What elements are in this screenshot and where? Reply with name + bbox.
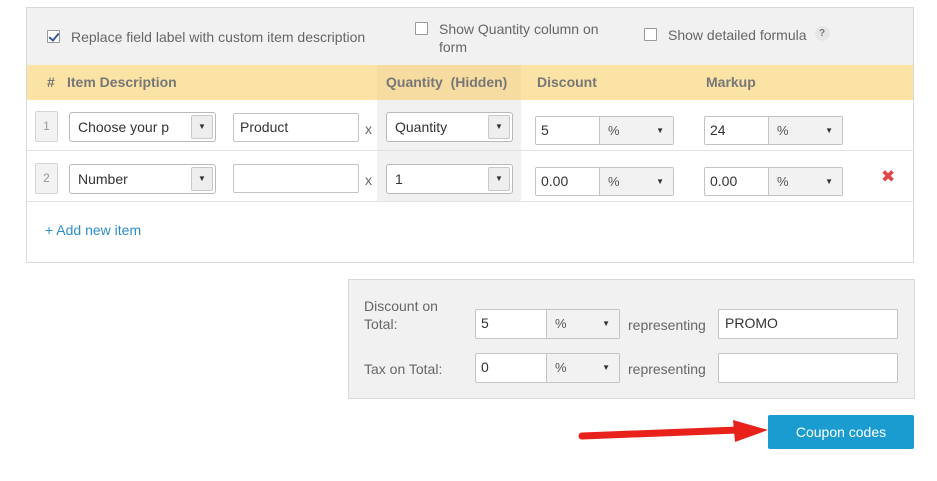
header-num: # [47, 74, 55, 90]
item-type-select[interactable]: Number ▼ [69, 164, 216, 194]
show-quantity-text-2: form [439, 39, 467, 55]
markup-unit-select[interactable]: % ▼ [769, 117, 842, 144]
discount-input[interactable]: 0.00 [536, 168, 600, 195]
help-icon[interactable]: ? [814, 26, 830, 41]
row-number: 2 [35, 163, 58, 194]
item-type-value: Choose your p [78, 119, 170, 135]
tax-total-input[interactable]: 0 [476, 354, 547, 382]
discount-input[interactable]: 5 [536, 117, 600, 144]
representing-label: representing [628, 317, 706, 333]
representing-label: representing [628, 361, 706, 377]
row-number: 1 [35, 111, 58, 142]
multiply-sign: x [365, 121, 372, 137]
items-panel: Replace field label with custom item des… [26, 7, 914, 263]
caret-down-icon: ▼ [602, 363, 610, 372]
header-markup: Markup [706, 74, 756, 90]
chevron-down-icon[interactable]: ▼ [191, 115, 213, 139]
caret-down-icon: ▼ [602, 319, 610, 328]
discount-total-unit-select[interactable]: % ▼ [547, 310, 619, 338]
table-row: 1 Choose your p ▼ Product x Quantity ▼ 5… [27, 100, 913, 151]
discount-field[interactable]: 0.00 % ▼ [535, 167, 674, 196]
totals-panel: Discount on Total: 5 % ▼ representing PRO… [348, 279, 915, 399]
tax-total-field[interactable]: 0 % ▼ [475, 353, 620, 383]
discount-total-input[interactable]: 5 [476, 310, 547, 338]
discount-total-label: Discount on Total: [364, 298, 438, 332]
header-discount: Discount [537, 74, 597, 90]
header-item-description: Item Description [67, 74, 177, 90]
markup-field[interactable]: 24 % ▼ [704, 116, 843, 145]
chevron-down-icon[interactable]: ▼ [488, 167, 510, 191]
show-quantity-checkbox[interactable] [415, 22, 428, 35]
chevron-down-icon[interactable]: ▼ [191, 167, 213, 191]
table-row: 2 Number ▼ x 1 ▼ 0.00 % ▼ 0.00 % ▼ ✖ [27, 151, 913, 202]
show-formula-option[interactable]: Show detailed formula ? [644, 26, 830, 44]
discount-unit-select[interactable]: % ▼ [600, 168, 673, 195]
multiply-sign: x [365, 172, 372, 188]
show-quantity-option[interactable]: Show Quantity column on form [415, 20, 599, 56]
header-quantity: Quantity (Hidden) [386, 74, 508, 90]
red-arrow-icon [578, 420, 768, 442]
add-new-item-link[interactable]: + Add new item [45, 222, 141, 238]
caret-down-icon: ▼ [656, 126, 664, 135]
caret-down-icon: ▼ [825, 126, 833, 135]
item-description-input[interactable]: Product [233, 113, 359, 142]
options-bar: Replace field label with custom item des… [27, 8, 913, 65]
replace-label-checkbox[interactable] [47, 30, 60, 43]
table-header: # Item Description Quantity (Hidden) Dis… [27, 65, 913, 100]
show-quantity-text: Show Quantity column on [439, 21, 599, 37]
markup-input[interactable]: 0.00 [705, 168, 769, 195]
caret-down-icon: ▼ [656, 177, 664, 186]
tax-code-input[interactable] [718, 353, 898, 383]
tax-total-unit-select[interactable]: % ▼ [547, 354, 619, 382]
discount-field[interactable]: 5 % ▼ [535, 116, 674, 145]
quantity-value: 1 [395, 171, 403, 187]
delete-row-icon[interactable]: ✖ [881, 167, 895, 187]
markup-unit-select[interactable]: % ▼ [769, 168, 842, 195]
item-type-value: Number [78, 171, 128, 187]
tax-total-label: Tax on Total: [364, 361, 443, 377]
item-type-select[interactable]: Choose your p ▼ [69, 112, 216, 142]
quantity-select[interactable]: 1 ▼ [386, 164, 513, 194]
chevron-down-icon[interactable]: ▼ [488, 115, 510, 139]
replace-label-text: Replace field label with custom item des… [71, 29, 366, 45]
coupon-codes-button[interactable]: Coupon codes [768, 415, 914, 449]
discount-unit-select[interactable]: % ▼ [600, 117, 673, 144]
markup-field[interactable]: 0.00 % ▼ [704, 167, 843, 196]
show-formula-checkbox[interactable] [644, 28, 657, 41]
header-quantity-hidden: (Hidden) [450, 74, 508, 90]
discount-total-field[interactable]: 5 % ▼ [475, 309, 620, 339]
show-formula-text: Show detailed formula [668, 27, 807, 43]
discount-code-input[interactable]: PROMO [718, 309, 898, 339]
item-description-input[interactable] [233, 164, 359, 193]
replace-label-option[interactable]: Replace field label with custom item des… [47, 28, 365, 46]
quantity-select[interactable]: Quantity ▼ [386, 112, 513, 142]
caret-down-icon: ▼ [825, 177, 833, 186]
markup-input[interactable]: 24 [705, 117, 769, 144]
quantity-value: Quantity [395, 119, 448, 135]
